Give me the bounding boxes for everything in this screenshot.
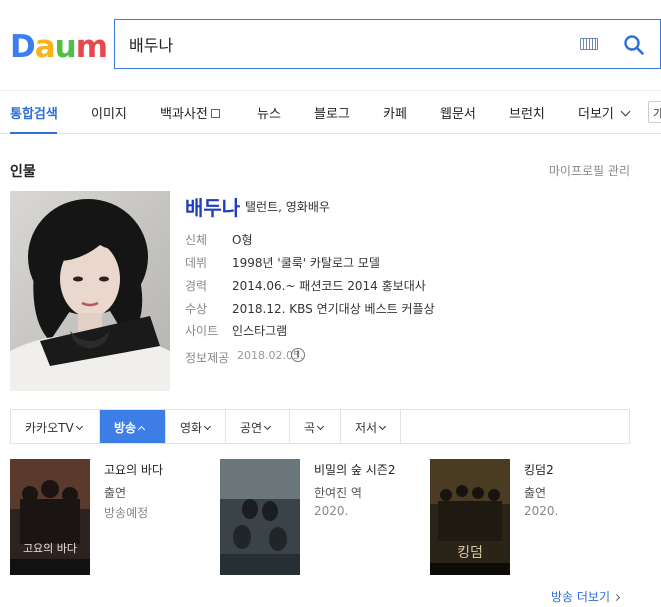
category-label: 공연 <box>240 421 263 435</box>
person-name[interactable]: 배두나 <box>185 192 240 221</box>
category-label: 방송 <box>114 421 137 435</box>
more-link-label: 방송 더보기 <box>551 590 611 604</box>
keyboard-icon[interactable] <box>580 38 598 50</box>
info-label: 데뷔 <box>185 256 208 270</box>
more-broadcast-link[interactable]: 방송 더보기 <box>551 588 621 605</box>
chevron-down-icon <box>620 106 631 117</box>
logo-letter: D <box>10 29 36 65</box>
chevron-down-icon <box>204 422 212 431</box>
info-value: 2018.12. KBS 연기대상 베스트 커플상 <box>232 302 435 316</box>
tab-image[interactable]: 이미지 <box>91 103 127 122</box>
category-label: 저서 <box>355 421 378 435</box>
category-label: 곡 <box>304 421 316 435</box>
info-icon[interactable]: ! <box>291 348 305 362</box>
info-label: 수상 <box>185 302 208 316</box>
category-tabs: 카카오TV 방송 영화 공연 곡 저서 <box>10 409 630 444</box>
work-role: 출연 <box>524 486 547 500</box>
poster-title-text: 킹덤 <box>457 545 483 561</box>
tab-web[interactable]: 웹문서 <box>440 103 476 122</box>
active-tab-indicator <box>10 132 57 134</box>
work-card[interactable]: 비밀의 숲 시즌2 한여진 역 2020. <box>220 459 420 579</box>
poster-title-text: 고요의 바다 <box>23 542 77 555</box>
work-title[interactable]: 비밀의 숲 시즌2 <box>314 461 396 478</box>
info-label: 경력 <box>185 279 208 293</box>
info-value: 1998년 '쿨룩' 카탈로그 모델 <box>232 256 380 270</box>
category-performance[interactable]: 공연 <box>226 410 290 443</box>
work-year: 2020. <box>314 504 349 518</box>
work-year: 2020. <box>524 504 559 518</box>
category-books[interactable]: 저서 <box>341 410 401 443</box>
tab-news[interactable]: 뉴스 <box>257 103 281 122</box>
tab-cafe[interactable]: 카페 <box>383 103 407 122</box>
tab-integrated[interactable]: 통합검색 <box>10 103 58 122</box>
chevron-down-icon <box>264 422 272 431</box>
info-label: 정보제공 <box>185 351 230 365</box>
profile-manage-link[interactable]: 마이프로필 관리 <box>549 162 630 179</box>
logo-letter: a <box>34 29 56 65</box>
person-role: 탤런트, 영화배우 <box>245 200 330 214</box>
logo-letter: u <box>54 29 77 65</box>
work-title[interactable]: 고요의 바다 <box>104 461 163 478</box>
person-photo[interactable] <box>10 191 170 391</box>
work-poster[interactable]: 킹덤 <box>430 459 510 575</box>
chevron-up-icon <box>138 425 146 434</box>
work-status: 방송예정 <box>104 506 149 520</box>
search-icon[interactable] <box>623 34 645 56</box>
category-kakaotv[interactable]: 카카오TV <box>11 410 100 443</box>
category-label: 카카오TV <box>25 421 74 435</box>
work-card[interactable]: 고요의 바다 고요의 바다 출연 방송예정 <box>10 459 210 579</box>
work-role: 한여진 역 <box>314 486 362 500</box>
info-label: 신체 <box>185 233 208 247</box>
category-song[interactable]: 곡 <box>290 410 341 443</box>
portrait-image <box>10 191 170 391</box>
poster-image <box>220 459 300 575</box>
tab-encyclopedia[interactable]: 백과사전 <box>160 103 220 122</box>
work-poster[interactable]: 고요의 바다 <box>10 459 90 575</box>
logo-letter: m <box>75 29 108 65</box>
new-window-icon <box>210 109 220 118</box>
tab-blog[interactable]: 블로그 <box>314 103 350 122</box>
search-input[interactable] <box>129 32 549 56</box>
daum-logo[interactable]: D a u m <box>10 27 108 65</box>
chevron-down-icon <box>379 422 387 431</box>
instagram-link[interactable]: 인스타그램 <box>232 322 287 339</box>
work-title[interactable]: 킹덤2 <box>524 461 554 478</box>
tab-brunch[interactable]: 브런치 <box>509 103 545 122</box>
work-role: 출연 <box>104 486 127 500</box>
category-movie[interactable]: 영화 <box>166 410 226 443</box>
tab-label: 더보기 <box>578 107 614 122</box>
info-value: 2014.06.~ 패션코드 2014 홍보대사 <box>232 279 426 293</box>
search-box <box>114 19 661 69</box>
info-value: O형 <box>232 233 253 247</box>
poster-image: 고요의 바다 <box>10 459 90 575</box>
section-title: 인물 <box>10 164 36 180</box>
chevron-right-icon <box>612 593 621 602</box>
tab-label: 백과사전 <box>160 107 208 122</box>
category-broadcast[interactable]: 방송 <box>100 410 166 443</box>
tab-more[interactable]: 더보기 <box>578 103 631 122</box>
chevron-down-icon <box>75 422 83 431</box>
work-card[interactable]: 킹덤 킹덤2 출연 2020. <box>430 459 630 579</box>
poster-image: 킹덤 <box>430 459 510 575</box>
chevron-down-icon <box>317 422 325 431</box>
work-poster[interactable] <box>220 459 300 575</box>
info-label: 사이트 <box>185 324 219 338</box>
tabbar-extra-button[interactable]: 가 <box>648 101 661 123</box>
search-tab-bar: 통합검색 이미지 백과사전 뉴스 블로그 카페 웹문서 브런치 더보기 가 <box>0 90 661 134</box>
category-label: 영화 <box>180 421 203 435</box>
